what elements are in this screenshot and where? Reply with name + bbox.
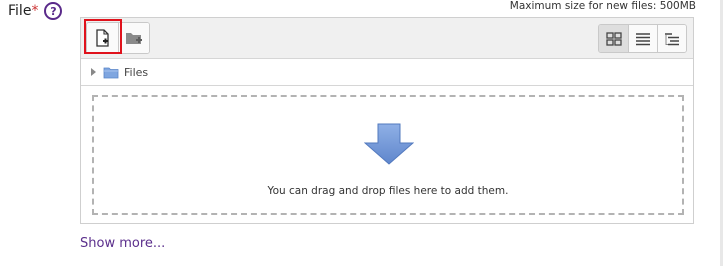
expand-triangle-icon[interactable] [91,68,96,76]
view-mode-group [598,24,687,53]
field-label-row: File * ? [8,2,63,20]
folder-icon [103,66,119,79]
list-view-button[interactable] [628,25,657,52]
max-size-note: Maximum size for new files: 500MB [509,0,696,12]
path-folder-label[interactable]: Files [124,66,148,79]
add-file-button[interactable] [87,23,118,53]
drop-zone[interactable]: You can drag and drop files here to add … [92,95,684,215]
down-arrow-icon [364,123,414,165]
file-manager: Files You can drag and drop files here t… [80,17,694,224]
show-more-link[interactable]: Show more... [80,236,165,251]
list-view-icon [636,32,650,45]
field-label: File [8,3,32,19]
create-folder-button[interactable] [118,23,149,53]
drop-zone-text: You can drag and drop files here to add … [267,185,509,197]
path-bar: Files [81,59,693,86]
icon-view-icon [605,31,622,46]
toolbar-action-group [86,22,150,54]
tree-view-icon [665,32,679,45]
add-file-icon [95,29,109,47]
file-manager-toolbar [81,18,693,59]
create-folder-icon [126,33,142,44]
question-circle-icon[interactable]: ? [44,2,63,20]
required-indicator: * [31,3,39,19]
icon-view-button[interactable] [599,25,628,52]
tree-view-button[interactable] [657,25,686,52]
